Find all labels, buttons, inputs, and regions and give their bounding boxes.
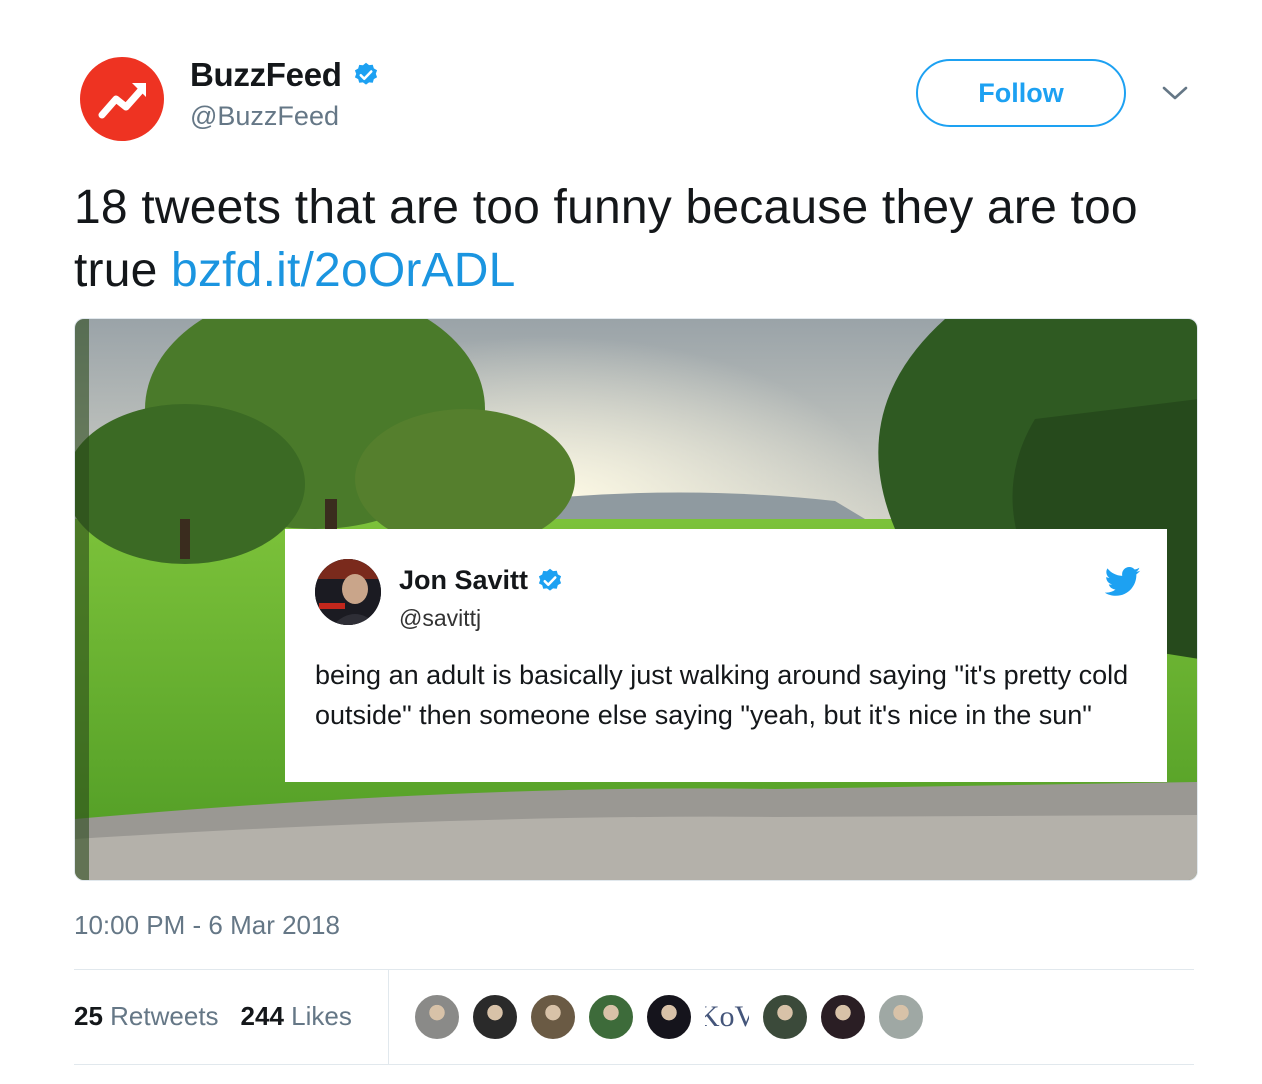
liker-avatar-2[interactable] (471, 993, 519, 1041)
author-handle[interactable]: @BuzzFeed (190, 101, 339, 132)
likers-avatar-list: KoV (413, 993, 935, 1041)
author-name-row[interactable]: BuzzFeed (190, 56, 380, 94)
follow-button[interactable]: Follow (916, 59, 1126, 127)
buzzfeed-trending-arrow-icon (98, 83, 146, 119)
liker-avatar-5[interactable] (645, 993, 693, 1041)
divider (388, 970, 389, 1064)
tweet-timestamp[interactable]: 10:00 PM - 6 Mar 2018 (74, 910, 340, 941)
verified-badge-icon (354, 62, 377, 85)
liker-avatar-9[interactable] (877, 993, 925, 1041)
liker-avatar-3[interactable] (529, 993, 577, 1041)
likes-count: 244 (240, 1001, 284, 1031)
card-author-avatar (315, 559, 381, 625)
retweets-label: Retweets (110, 1001, 219, 1031)
retweets-count: 25 (74, 1001, 103, 1031)
liker-avatar-6[interactable]: KoV (703, 993, 751, 1041)
retweets-stat[interactable]: 25 Retweets (74, 1001, 219, 1032)
chevron-down-icon[interactable] (1160, 82, 1190, 104)
author-avatar[interactable] (80, 57, 164, 141)
card-author-handle: @savittj (399, 605, 482, 631)
card-tweet-text: being an adult is basically just walking… (315, 660, 1129, 730)
liker-avatar-1[interactable] (413, 993, 461, 1041)
author-name[interactable]: BuzzFeed (190, 56, 342, 94)
card-author-name: Jon Savitt (399, 565, 529, 595)
liker-avatar-4[interactable] (587, 993, 635, 1041)
embedded-tweet-card: Jon Savitt @savittj being an adult is ba… (285, 529, 1167, 782)
card-name-row: Jon Savitt (399, 565, 564, 596)
likes-label: Likes (291, 1001, 352, 1031)
tweet-stats: 25 Retweets 244 Likes (74, 1001, 374, 1032)
liker-avatar-7[interactable] (761, 993, 809, 1041)
divider (74, 969, 1194, 970)
tweet-link[interactable]: bzfd.it/2oOrADL (171, 244, 515, 297)
liker-avatar-8[interactable] (819, 993, 867, 1041)
twitter-bird-icon (1105, 567, 1141, 596)
divider (74, 1064, 1194, 1065)
likes-stat[interactable]: 244 Likes (241, 1001, 352, 1032)
tweet-text: 18 tweets that are too funny because the… (74, 176, 1194, 302)
verified-badge-icon (538, 568, 562, 591)
tweet-media-image[interactable]: Jon Savitt @savittj being an adult is ba… (74, 318, 1198, 881)
